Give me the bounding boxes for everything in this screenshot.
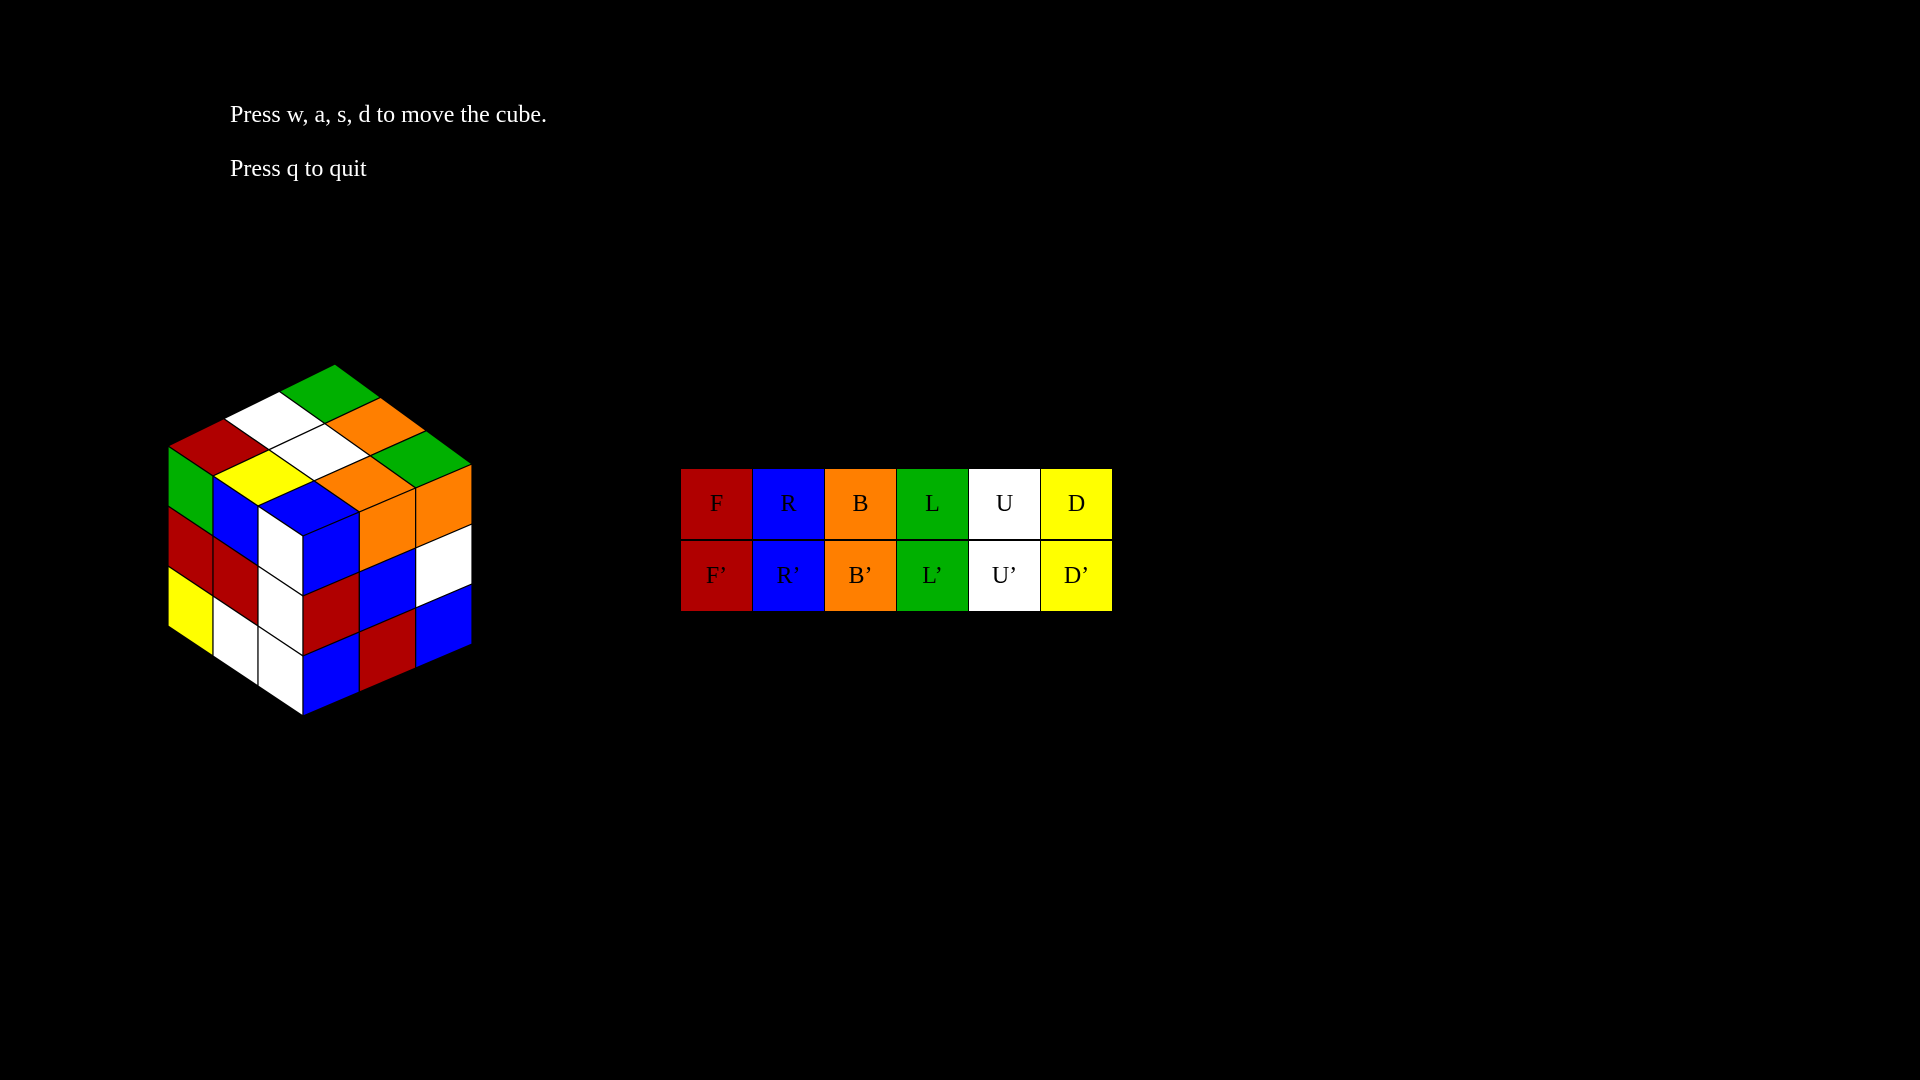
move-button-b-prime[interactable]: B’ xyxy=(825,541,896,611)
move-button-f[interactable]: F xyxy=(681,469,752,539)
rubiks-cube[interactable] xyxy=(0,0,560,760)
move-button-r[interactable]: R xyxy=(753,469,824,539)
move-button-f-prime[interactable]: F’ xyxy=(681,541,752,611)
move-button-d[interactable]: D xyxy=(1041,469,1112,539)
move-button-u-prime[interactable]: U’ xyxy=(969,541,1040,611)
move-button-grid: F R B L U D F’ R’ B’ L’ U’ D’ xyxy=(681,469,1112,611)
move-button-d-prime[interactable]: D’ xyxy=(1041,541,1112,611)
game-canvas[interactable]: Press w, a, s, d to move the cube. Press… xyxy=(0,0,1920,1080)
move-button-b[interactable]: B xyxy=(825,469,896,539)
move-button-l[interactable]: L xyxy=(897,469,968,539)
move-button-r-prime[interactable]: R’ xyxy=(753,541,824,611)
move-button-l-prime[interactable]: L’ xyxy=(897,541,968,611)
move-button-u[interactable]: U xyxy=(969,469,1040,539)
